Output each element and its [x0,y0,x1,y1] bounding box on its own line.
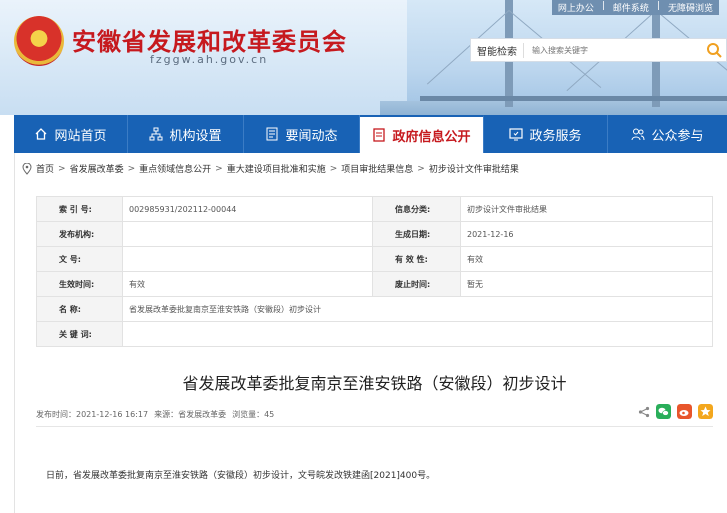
meta-publish-time: 发布时间：2021-12-16 16:17 [36,410,149,419]
service-icon [509,128,524,141]
qzone-share-icon[interactable] [698,404,713,419]
top-links: 网上办公 | 邮件系统 | 无障碍浏览 [551,0,719,15]
info-value-index: 002985931/202112-00044 [122,196,373,222]
info-label: 文 号: [36,246,123,272]
search-input[interactable] [524,45,694,55]
share-icon[interactable] [638,406,650,418]
breadcrumb-separator: > [58,163,66,174]
nav-item-gov-info[interactable]: 政府信息公开 [360,115,484,153]
document-info-table: 索 引 号: 002985931/202112-00044 信息分类: 初步设计… [36,196,713,347]
info-value-validity: 有效 [460,246,713,272]
breadcrumb: 首页 > 省发展改革委 > 重点领域信息公开 > 重大建设项目批准和实施 > 项… [22,162,519,175]
table-row: 关 键 词: [36,321,713,347]
info-label: 发布机构: [36,221,123,247]
national-emblem-logo [14,16,64,66]
nav-label: 要闻动态 [285,128,338,144]
weibo-share-icon[interactable] [677,404,692,419]
breadcrumb-item[interactable]: 项目审批结果信息 [341,162,413,175]
meta-views: 浏览量：45 [232,410,275,419]
breadcrumb-separator: > [127,163,136,174]
site-domain: fzggw.ah.gov.cn [150,53,269,66]
breadcrumb-item[interactable]: 重点领域信息公开 [139,162,211,175]
nav-label: 机构设置 [169,128,222,144]
home-icon [36,128,47,140]
search-label[interactable]: 智能检索 [471,42,524,58]
article-divider [36,426,713,427]
org-chart-icon [149,127,163,141]
nav-item-service[interactable]: 政务服务 [484,115,608,153]
breadcrumb-separator: > [215,163,223,174]
nav-label: 公众参与 [651,128,704,144]
article-title: 省发展改革委批复南京至淮安铁路（安徽段）初步设计 [182,374,567,393]
info-value-date: 2021-12-16 [460,221,713,247]
breadcrumb-item[interactable]: 初步设计文件审批结果 [429,162,519,175]
nav-label: 政府信息公开 [392,129,471,145]
info-value-docno [122,246,373,272]
info-label: 生成日期: [372,221,461,247]
top-link-accessibility[interactable]: 无障碍浏览 [668,1,713,14]
breadcrumb-item-home[interactable]: 首页 [36,162,54,175]
info-label: 名 称: [36,296,123,322]
banner-water [380,101,727,115]
breadcrumb-separator: > [417,163,425,174]
info-label: 信息分类: [372,196,461,222]
search-icon[interactable] [706,42,722,58]
nav-item-org[interactable]: 机构设置 [128,115,244,153]
location-pin-icon [22,162,32,175]
table-row: 文 号: 有 效 性: 有效 [36,246,713,272]
table-row: 生效时间: 有效 废止时间: 暂无 [36,271,713,297]
share-bar [638,404,713,419]
nav-label: 网站首页 [54,128,107,144]
info-value-publisher [122,221,373,247]
main-nav: 网站首页 机构设置 要闻动态 政府信息公开 政务服务 公众参与 [14,115,727,153]
info-value-name: 省发展改革委批复南京至淮安铁路（安徽段）初步设计 [122,296,713,322]
info-label: 索 引 号: [36,196,123,222]
info-value-repeal: 暂无 [460,271,713,297]
meta-source: 来源：省发展改革委 [154,410,227,419]
top-link-sep: | [656,1,660,11]
top-link-mail[interactable]: 邮件系统 [613,1,649,14]
table-row: 索 引 号: 002985931/202112-00044 信息分类: 初步设计… [36,196,713,222]
search-box: 智能检索 [470,38,727,62]
nav-item-home[interactable]: 网站首页 [14,115,128,153]
news-icon [266,127,278,141]
info-label: 废止时间: [372,271,461,297]
info-value-keywords [122,321,713,347]
table-row: 发布机构: 生成日期: 2021-12-16 [36,221,713,247]
info-value-effective: 有效 [122,271,373,297]
info-label: 有 效 性: [372,246,461,272]
nav-label: 政务服务 [529,128,582,144]
breadcrumb-item[interactable]: 省发展改革委 [70,162,124,175]
wechat-share-icon[interactable] [656,404,671,419]
table-row: 名 称: 省发展改革委批复南京至淮安铁路（安徽段）初步设计 [36,296,713,322]
top-link-office[interactable]: 网上办公 [558,1,594,14]
breadcrumb-separator: > [329,163,338,174]
nav-item-news[interactable]: 要闻动态 [244,115,360,153]
content-left-border [14,153,15,513]
info-label: 关 键 词: [36,321,123,347]
info-label: 生效时间: [36,271,123,297]
info-value-category: 初步设计文件审批结果 [460,196,713,222]
site-title: 安徽省发展和改革委员会 [72,28,347,56]
doc-icon [373,128,386,142]
article-body: 日前，省发展改革委批复南京至淮安铁路（安徽段）初步设计，文号皖发改铁建函[202… [46,471,436,481]
bridge-deck [420,96,727,101]
nav-item-public[interactable]: 公众参与 [608,115,727,153]
site-header: 网上办公 | 邮件系统 | 无障碍浏览 安徽省发展和改革委员会 fzggw.ah… [0,0,727,115]
breadcrumb-item[interactable]: 重大建设项目批准和实施 [227,162,326,175]
people-icon [631,128,645,141]
article-meta: 发布时间：2021-12-16 16:17 来源：省发展改革委 浏览量：45 [36,409,274,420]
top-link-sep: | [601,1,605,11]
